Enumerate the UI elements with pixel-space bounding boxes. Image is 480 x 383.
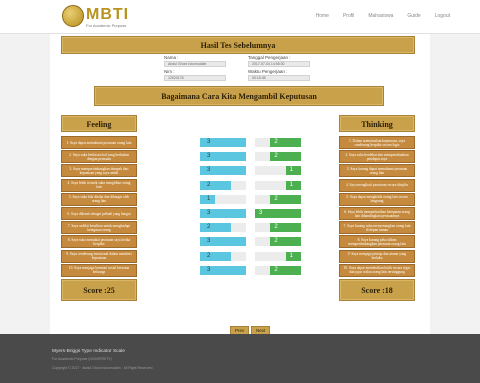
- feeling-bar: 3: [200, 152, 246, 162]
- nama-label: Nama :: [164, 55, 179, 60]
- feeling-item: 4. Saya lebih tertarik suka menghibur or…: [61, 178, 137, 192]
- main-nav: Home Profil Mahasiswa Guide Logout: [316, 13, 450, 19]
- tanggal-value: 2017-07-04 14:55:30: [248, 61, 310, 67]
- nav-logout[interactable]: Logout: [435, 13, 450, 19]
- feeling-item: 1. Saya dapat memahami perasaan orang la…: [61, 136, 137, 149]
- feeling-bar-track: 3: [200, 265, 246, 275]
- thinking-bar-track: 2: [255, 152, 301, 162]
- footer-copyright: Copyright © 2017 · Abdul Ghoni Ishomuddi…: [52, 366, 153, 370]
- thinking-item: 5. Saya dapat mengkritik orang lain seca…: [339, 192, 415, 206]
- thinking-score: Score :18: [339, 279, 415, 301]
- thinking-item: 10. Saya dapat memberikan kritik secara …: [339, 263, 415, 277]
- thinking-bar: 1: [285, 251, 301, 261]
- feeling-bar-track: 3: [200, 138, 246, 147]
- nav-mahasiswa[interactable]: Mahasiswa: [368, 13, 393, 19]
- thinking-bar-track: 1: [255, 251, 301, 261]
- thinking-item: 9. Saya menjaga prinsip dan aturan yang …: [339, 249, 415, 263]
- thinking-bar: 2: [270, 152, 301, 162]
- thinking-item: 8. Saya kurang peka dalam mempertimbangk…: [339, 235, 415, 249]
- feeling-item: 3. Saya mempertimbangkan dampak dari kep…: [61, 164, 137, 178]
- feeling-item: 8. Saya suka memakai perasaan saya ketik…: [61, 235, 137, 249]
- thinking-bar-track: 2: [255, 237, 301, 247]
- thinking-bar: 2: [270, 237, 301, 247]
- feeling-bar-track: 1: [200, 194, 246, 204]
- top-navbar: MBTI For Academic Purpose Home Profil Ma…: [0, 0, 480, 34]
- feeling-bar-track: 2: [200, 223, 246, 233]
- feeling-item: 6. Saya dikenal sebagai pribadi yang han…: [61, 207, 137, 220]
- nim-label: Nim :: [164, 69, 175, 74]
- feeling-bar: 1: [200, 194, 216, 204]
- feeling-bar-track: 2: [200, 251, 246, 261]
- section-subtitle: Bagaimana Cara Kita Mengambil Keputusan: [94, 86, 384, 106]
- feeling-score: Score :25: [61, 279, 137, 301]
- feeling-bar-track: 3: [200, 152, 246, 162]
- nav-guide[interactable]: Guide: [407, 13, 420, 19]
- content-panel: Hasil Tes Sebelumnya Nama : Abdul Ghoni …: [50, 34, 430, 335]
- thinking-bar-track: 1: [255, 166, 301, 176]
- thinking-bar: 2: [270, 194, 301, 204]
- feeling-item: 7. Saya sedikit kesulitan untuk menghada…: [61, 221, 137, 235]
- feeling-header: Feeling: [61, 115, 137, 132]
- feeling-bar: 2: [200, 180, 231, 190]
- thinking-header: Thinking: [339, 115, 415, 132]
- brand-logo[interactable]: MBTI For Academic Purpose: [62, 5, 128, 31]
- page-footer: Myers-Briggs Type Indicator Scale For Ac…: [0, 334, 480, 383]
- feeling-bar: 3: [200, 166, 246, 176]
- feeling-bar: 2: [200, 251, 231, 261]
- thinking-bar: 2: [270, 138, 301, 147]
- thinking-bar-track: 2: [255, 265, 301, 275]
- thinking-bar-track: 2: [255, 138, 301, 147]
- thinking-item: 7. Saya kurang suka menyenangkan orang l…: [339, 221, 415, 235]
- thinking-bar: 3: [255, 209, 301, 218]
- logo-badge-icon: [62, 5, 84, 27]
- footer-title: Myers-Briggs Type Indicator Scale: [52, 349, 125, 354]
- nama-field: Nama : Abdul Ghoni Ishomuddin: [164, 55, 226, 67]
- feeling-bar-track: 3: [200, 237, 246, 247]
- nim-value: 12923176: [164, 75, 226, 81]
- feeling-bar: 3: [200, 209, 246, 218]
- thinking-bar: 1: [285, 166, 301, 176]
- feeling-bar: 2: [200, 223, 231, 233]
- thinking-item: 2. Saya suka berdebat dan mempertahankan…: [339, 150, 415, 164]
- thinking-bar-track: 1: [255, 180, 301, 190]
- nav-profil[interactable]: Profil: [343, 13, 354, 19]
- thinking-bar-track: 2: [255, 194, 301, 204]
- waktu-value: 00:15:45: [248, 75, 310, 81]
- feeling-bar: 3: [200, 138, 246, 147]
- feeling-item: 9. Saya cenderung emosional dalam member…: [61, 249, 137, 263]
- feeling-bar: 3: [200, 237, 246, 247]
- waktu-field: Waktu Pengerjaan : 00:15:45: [248, 69, 310, 81]
- thinking-item: 6. Saya lebih memperhatikan ketepatan or…: [339, 207, 415, 220]
- feeling-item: 5. Saya suka bila dinilai dan dihargai o…: [61, 192, 137, 206]
- feeling-bar-track: 2: [200, 180, 246, 190]
- page-title: Hasil Tes Sebelumnya: [61, 36, 415, 54]
- thinking-bar: 1: [285, 180, 301, 190]
- thinking-bar-track: 3: [255, 209, 301, 218]
- thinking-item: 3. Saya kurang dapat memahami perasaan o…: [339, 164, 415, 178]
- thinking-item: 4. Saya mengikuti peraturan secara disip…: [339, 178, 415, 192]
- tanggal-label: Tanggal Pengerjaan :: [248, 55, 291, 60]
- feeling-item: 2. Saya suka berbicara hal yang berkaita…: [61, 150, 137, 164]
- nim-field: Nim : 12923176: [164, 69, 226, 81]
- nav-home[interactable]: Home: [316, 13, 329, 19]
- feeling-bar: 3: [200, 265, 246, 275]
- waktu-label: Waktu Pengerjaan :: [248, 69, 288, 74]
- brand-name: MBTI: [86, 6, 130, 23]
- thinking-bar-track: 2: [255, 223, 301, 233]
- feeling-bar-track: 3: [200, 166, 246, 176]
- feeling-bar-track: 3: [200, 209, 246, 218]
- thinking-bar: 2: [270, 223, 301, 233]
- brand-tagline: For Academic Purpose: [86, 23, 127, 28]
- feeling-item: 10. Saya menjaga harmoni sosial bersama …: [61, 263, 137, 277]
- footer-subtitle: For Academic Purpose (UNIVERSITY): [52, 357, 112, 361]
- thinking-bar: 2: [270, 265, 301, 275]
- tanggal-field: Tanggal Pengerjaan : 2017-07-04 14:55:30: [248, 55, 310, 67]
- nama-value: Abdul Ghoni Ishomuddin: [164, 61, 226, 67]
- thinking-item: 1. Dalam memutuskan keputusan, saya cend…: [339, 136, 415, 149]
